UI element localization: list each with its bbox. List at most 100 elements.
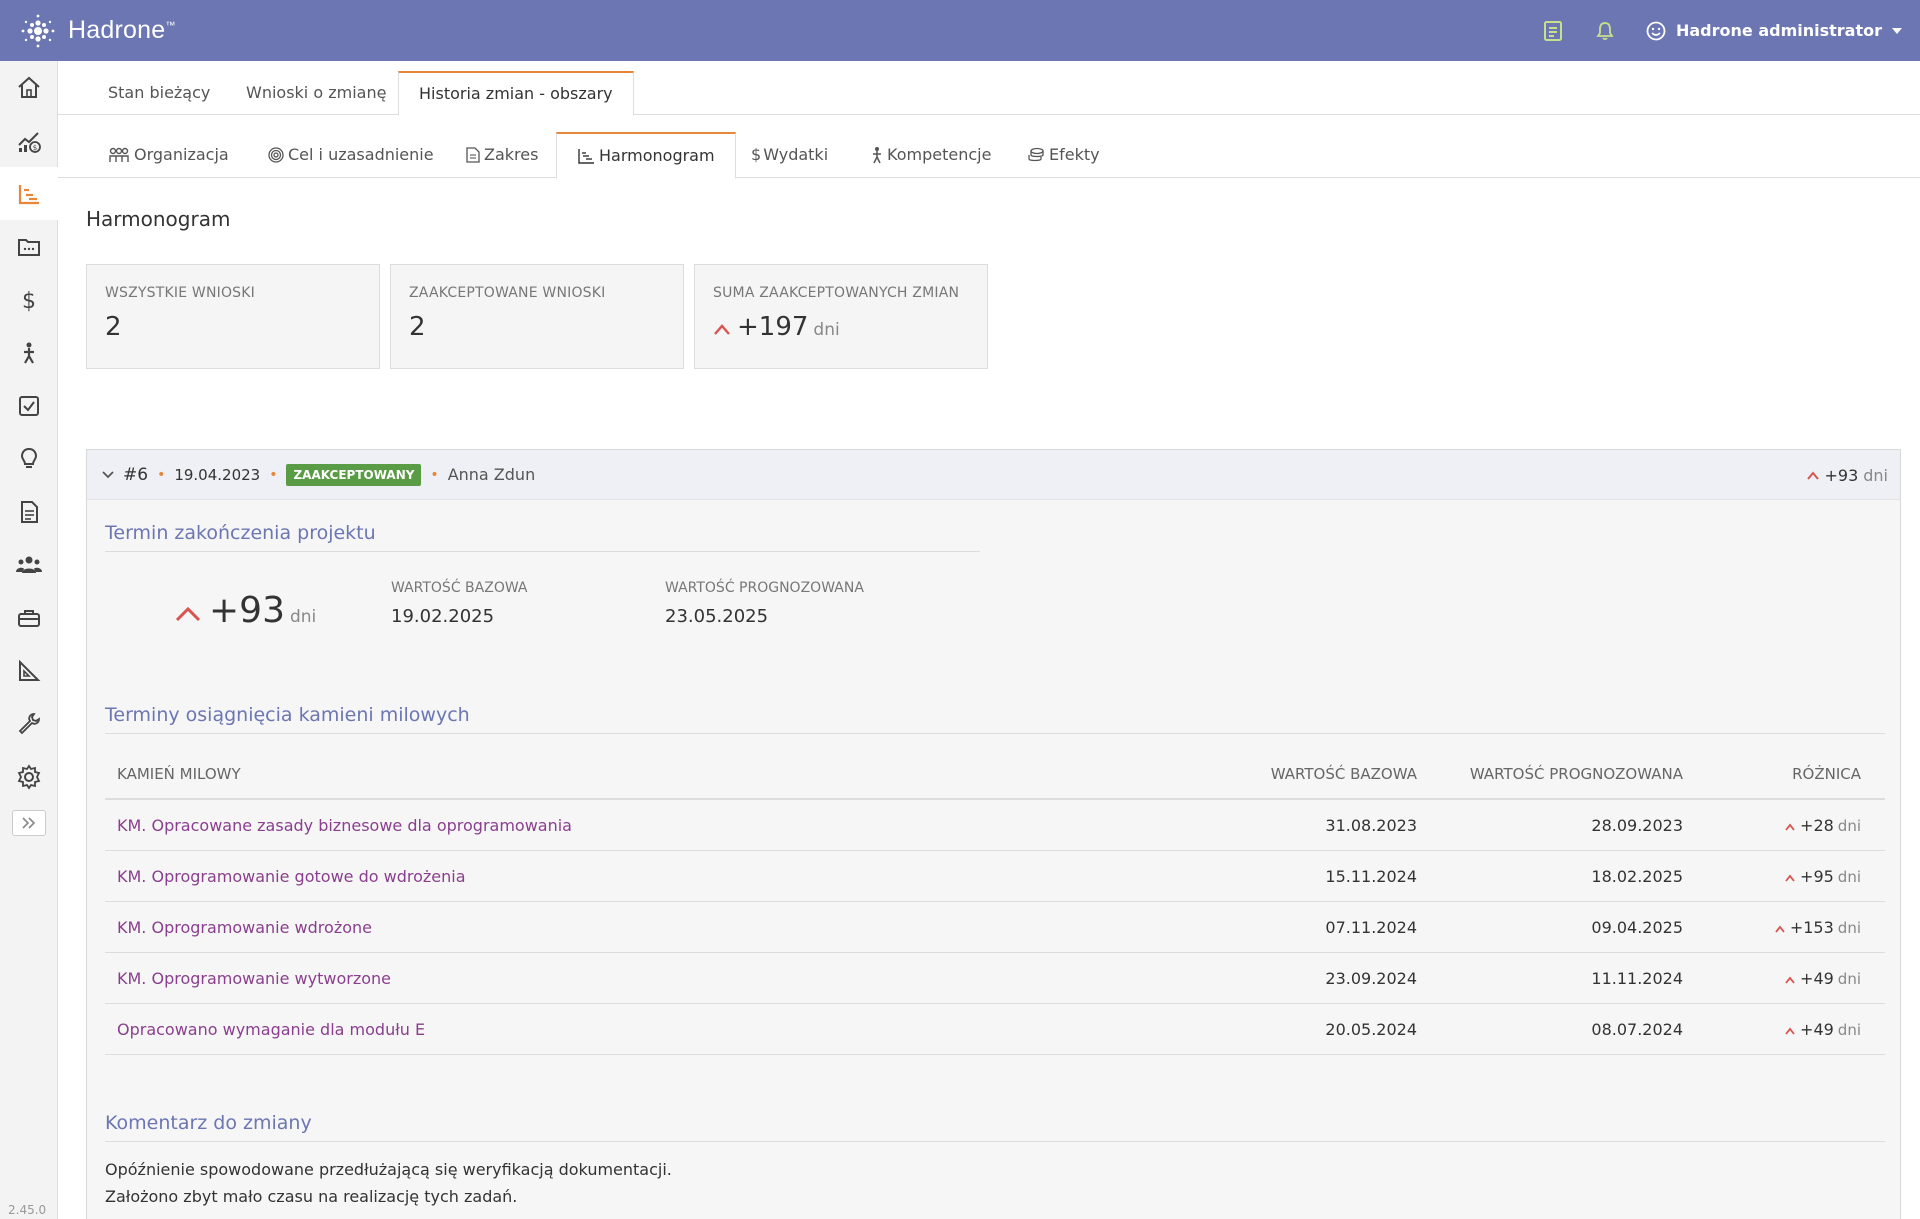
forecast-value-label: WARTOŚĆ PROGNOZOWANA (665, 580, 864, 596)
sidebar-item-home[interactable] (0, 61, 58, 114)
sidebar-item-portfolio[interactable] (0, 220, 58, 273)
user-smile-icon (1646, 21, 1666, 40)
end-date-delta: +93 dni (175, 590, 316, 631)
stat-value: 2 (409, 312, 426, 342)
svg-text:$: $ (33, 144, 37, 152)
tab-competences[interactable]: Kompetencje (851, 132, 1011, 178)
bell-icon[interactable] (1594, 20, 1616, 42)
separator-dot: • (430, 466, 439, 483)
chart-dollar-icon: $ (18, 131, 41, 153)
tab-organization[interactable]: Organizacja (88, 132, 249, 178)
table-row: Opracowano wymaganie dla modułu E 20.05.2… (105, 1004, 1885, 1055)
tab-organization-label: Organizacja (134, 145, 229, 164)
tab-goal[interactable]: Cel i uzasadnienie (248, 132, 454, 178)
change-delta: +93 dni (1806, 450, 1888, 500)
app-logo[interactable]: Hadrone™ (16, 9, 176, 53)
milestone-diff: +49 dni (1683, 969, 1873, 988)
comment-line: Opóźnienie spowodowane przedłużającą się… (105, 1160, 672, 1179)
user-menu[interactable]: Hadrone administrator (1646, 21, 1902, 41)
sidebar-item-ideas[interactable] (0, 432, 58, 485)
tab-current-state[interactable]: Stan bieżący (88, 71, 230, 115)
col-header-base[interactable]: WARTOŚĆ BAZOWA (1225, 765, 1417, 783)
tab-scope[interactable]: Zakres (446, 132, 558, 178)
col-header-diff[interactable]: RÓŻNICA (1683, 765, 1873, 783)
top-bar: Hadrone™ Hadrone administrator (0, 0, 1920, 61)
sidebar-item-expenses[interactable]: $ (0, 273, 58, 326)
tab-expenses-label: Wydatki (763, 145, 829, 164)
separator-dot: • (157, 466, 166, 483)
sidebar: $ $ 2.45.0 (0, 61, 58, 1219)
change-request-header[interactable]: #6 • 19.04.2023 • ZAAKCEPTOWANY • Anna Z… (87, 450, 1900, 500)
section-title-comment: Komentarz do zmiany (105, 1112, 312, 1134)
sidebar-expand-button[interactable] (12, 810, 46, 836)
hadrone-logo-icon (21, 14, 55, 47)
dollar-icon: $ (22, 289, 36, 313)
app-name: Hadrone™ (68, 16, 176, 44)
section-title-milestones: Terminy osiągnięcia kamieni milowych (105, 704, 470, 726)
table-row: KM. Oprogramowanie wytworzone 23.09.2024 1… (105, 953, 1885, 1004)
increase-triangle-icon (1785, 1027, 1795, 1035)
stat-label: SUMA ZAAKCEPTOWANYCH ZMIAN (713, 285, 960, 301)
milestone-link[interactable]: KM. Oprogramowanie wdrożone (117, 918, 372, 937)
sidebar-item-resources[interactable] (0, 591, 58, 644)
change-request-panel: #6 • 19.04.2023 • ZAAKCEPTOWANY • Anna Z… (86, 449, 1901, 1219)
milestone-link[interactable]: Opracowano wymaganie dla modułu E (117, 1020, 425, 1039)
milestone-diff: +49 dni (1683, 1020, 1873, 1039)
sidebar-item-schedule[interactable] (0, 167, 58, 220)
table-row: KM. Oprogramowanie gotowe do wdrożenia 15… (105, 851, 1885, 902)
tab-effects[interactable]: Efekty (1007, 132, 1120, 178)
sidebar-item-competences[interactable] (0, 326, 58, 379)
stat-label: ZAAKCEPTOWANE WNIOSKI (409, 285, 606, 301)
sidebar-item-finance-chart[interactable]: $ (0, 114, 58, 167)
col-header-milestone[interactable]: KAMIEŃ MILOWY (105, 765, 1225, 783)
tab-goal-label: Cel i uzasadnienie (288, 145, 434, 164)
tab-change-requests[interactable]: Wnioski o zmianę (226, 71, 406, 115)
notes-icon[interactable] (1542, 20, 1564, 42)
increase-triangle-icon (1785, 823, 1795, 831)
schedule-icon (578, 149, 594, 164)
user-name: Hadrone administrator (1675, 21, 1882, 40)
sidebar-item-documents[interactable] (0, 485, 58, 538)
sidebar-item-measures[interactable] (0, 644, 58, 697)
sidebar-item-tasks[interactable] (0, 379, 58, 432)
schedule-icon (18, 184, 39, 204)
double-chevron-right-icon (22, 817, 36, 829)
base-value-label: WARTOŚĆ BAZOWA (391, 580, 528, 596)
milestone-link[interactable]: KM. Opracowane zasady biznesowe dla opro… (117, 816, 572, 835)
milestone-link[interactable]: KM. Oprogramowanie gotowe do wdrożenia (117, 867, 466, 886)
milestone-forecast: 08.07.2024 (1591, 1019, 1683, 1039)
sidebar-item-team[interactable] (0, 538, 58, 591)
stat-card-sum: SUMA ZAAKCEPTOWANYCH ZMIAN +197 dni (694, 264, 988, 369)
tab-expenses[interactable]: $ Wydatki (731, 132, 848, 178)
tab-effects-label: Efekty (1049, 145, 1100, 164)
divider (105, 733, 1885, 734)
svg-text:$: $ (22, 289, 36, 313)
milestone-base: 23.09.2024 (1325, 968, 1417, 988)
chevron-down-icon[interactable] (101, 470, 115, 480)
stat-card-accepted: ZAAKCEPTOWANE WNIOSKI 2 (390, 264, 684, 369)
milestone-diff: +153 dni (1683, 918, 1873, 937)
stat-value: +197 dni (713, 312, 840, 342)
stat-label: WSZYSTKIE WNIOSKI (105, 285, 255, 301)
change-author: Anna Zdun (447, 465, 536, 484)
stat-value: 2 (105, 312, 122, 342)
tab-change-history[interactable]: Historia zmian - obszary (398, 71, 634, 116)
milestone-forecast: 18.02.2025 (1591, 866, 1683, 886)
document-icon (21, 500, 38, 523)
tab-schedule[interactable]: Harmonogram (556, 132, 736, 179)
milestone-link[interactable]: KM. Oprogramowanie wytworzone (117, 969, 391, 988)
main-tabs: Stan bieżący Wnioski o zmianę Historia z… (58, 61, 1920, 116)
increase-triangle-icon (1785, 874, 1795, 882)
change-id: #6 (123, 464, 149, 485)
table-row: KM. Oprogramowanie wdrożone 07.11.2024 09.… (105, 902, 1885, 953)
separator-dot: • (269, 466, 278, 483)
stat-card-all: WSZYSTKIE WNIOSKI 2 (86, 264, 380, 369)
page-title: Harmonogram (86, 207, 231, 231)
col-header-forecast[interactable]: WARTOŚĆ PROGNOZOWANA (1417, 765, 1683, 783)
person-icon (24, 342, 34, 364)
sidebar-item-tools[interactable] (0, 697, 58, 750)
gear-icon (17, 763, 41, 790)
people-icon (109, 147, 129, 162)
table-row: KM. Opracowane zasady biznesowe dla opro… (105, 800, 1885, 851)
sidebar-item-settings[interactable] (0, 750, 58, 803)
